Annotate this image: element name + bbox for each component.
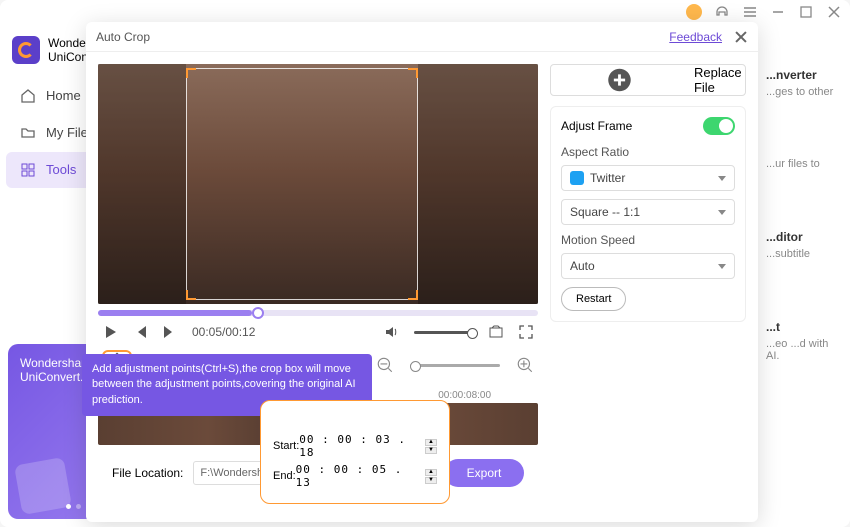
crop-handle-tr[interactable]: [408, 68, 418, 78]
start-label: Start:: [273, 440, 299, 452]
sidebar-item-label: Home: [46, 88, 81, 103]
close-icon[interactable]: [734, 30, 748, 44]
modal-title: Auto Crop: [96, 30, 150, 44]
aspect-platform-value: Twitter: [590, 171, 625, 185]
scrub-progress: [98, 310, 252, 316]
tool-card[interactable]: ...nverter...ges to other: [766, 68, 836, 98]
end-label: End:: [273, 470, 296, 482]
video-preview[interactable]: [98, 64, 538, 304]
motion-speed-select[interactable]: Auto: [561, 253, 735, 279]
motion-speed-label: Motion Speed: [561, 233, 735, 247]
minimize-button[interactable]: [770, 4, 786, 20]
time-range-panel: Start: 00 : 00 : 03 . 18 ▲▼ End: 00 : 00…: [260, 400, 450, 504]
crop-shade-left: [98, 64, 186, 304]
crop-shade-right: [418, 64, 538, 304]
volume-icon[interactable]: [384, 324, 400, 340]
fullscreen-icon[interactable]: [518, 324, 534, 340]
next-frame-button[interactable]: [162, 324, 178, 340]
motion-speed-value: Auto: [570, 259, 595, 273]
chevron-down-icon: [718, 264, 726, 269]
tool-card[interactable]: ...ur files to: [766, 158, 836, 170]
avatar[interactable]: [686, 4, 702, 20]
scrub-thumb[interactable]: [252, 307, 264, 319]
prev-frame-button[interactable]: [132, 324, 148, 340]
menu-icon[interactable]: [742, 4, 758, 20]
crop-handle-bl[interactable]: [186, 290, 196, 300]
maximize-button[interactable]: [798, 4, 814, 20]
sidebar-item-label: Tools: [46, 162, 76, 177]
replace-label: Replace File: [694, 65, 745, 95]
zoom-in-icon[interactable]: [516, 356, 534, 374]
aspect-ratio-value: Square -- 1:1: [570, 205, 640, 219]
tool-cards: ...nverter...ges to other ...ur files to…: [766, 68, 836, 422]
tools-icon: [20, 162, 36, 178]
volume-slider[interactable]: [414, 331, 474, 334]
chevron-down-icon: [718, 176, 726, 181]
end-spinner[interactable]: ▲▼: [425, 469, 437, 484]
restart-button[interactable]: Restart: [561, 287, 626, 311]
snapshot-icon[interactable]: [488, 324, 504, 340]
adjust-frame-toggle[interactable]: [703, 117, 735, 135]
file-location-label: File Location:: [112, 466, 183, 480]
tool-card[interactable]: ...ditor...subtitle: [766, 230, 836, 260]
headset-icon[interactable]: [714, 4, 730, 20]
time-label: 00:00:08:00: [438, 390, 491, 401]
feedback-link[interactable]: Feedback: [669, 30, 722, 44]
playback-scrubber[interactable]: [98, 310, 538, 316]
play-button[interactable]: [102, 324, 118, 340]
chevron-down-icon: [718, 210, 726, 215]
settings-panel: Adjust Frame Aspect Ratio Twitter Square…: [550, 106, 746, 322]
tool-card[interactable]: ...t...eo ...d with AI.: [766, 320, 836, 362]
crop-handle-tl[interactable]: [186, 68, 196, 78]
logo-icon: [12, 36, 40, 64]
folder-icon: [20, 125, 36, 141]
close-button[interactable]: [826, 4, 842, 20]
adjust-frame-label: Adjust Frame: [561, 119, 632, 133]
aspect-ratio-label: Aspect Ratio: [561, 145, 735, 159]
time-display: 00:05/00:12: [192, 325, 255, 339]
aspect-platform-select[interactable]: Twitter: [561, 165, 735, 191]
export-button[interactable]: Export: [444, 459, 524, 487]
zoom-slider[interactable]: [410, 364, 500, 367]
start-spinner[interactable]: ▲▼: [425, 439, 437, 454]
home-icon: [20, 88, 36, 104]
zoom-out-icon[interactable]: [376, 356, 394, 374]
replace-file-button[interactable]: Replace File: [550, 64, 746, 96]
plus-circle-icon: [551, 65, 688, 95]
crop-handle-br[interactable]: [408, 290, 418, 300]
aspect-ratio-select[interactable]: Square -- 1:1: [561, 199, 735, 225]
start-time-value[interactable]: 00 : 00 : 03 . 18: [299, 433, 421, 459]
twitter-icon: [570, 171, 584, 185]
end-time-value[interactable]: 00 : 00 : 05 . 13: [296, 463, 421, 489]
crop-rectangle[interactable]: [186, 68, 418, 300]
